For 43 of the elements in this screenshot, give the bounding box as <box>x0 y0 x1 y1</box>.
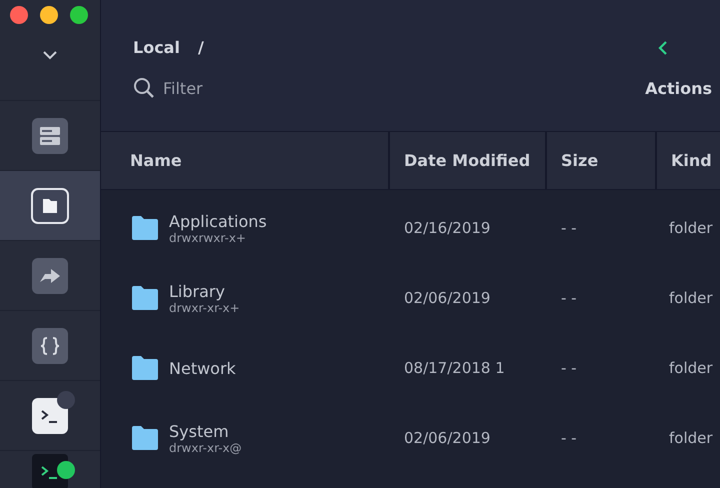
server-icon <box>32 118 68 154</box>
size-cell: - - <box>561 289 577 307</box>
column-header[interactable]: Size <box>545 132 655 190</box>
folder-icon <box>131 355 159 381</box>
back-chevron-icon[interactable] <box>658 40 668 56</box>
filter-field[interactable]: Filter <box>161 78 265 98</box>
sidebar-item[interactable] <box>0 450 100 488</box>
file-permissions: drwxr-xr-x+ <box>169 300 240 314</box>
file-name[interactable]: Library <box>169 282 240 300</box>
chevron-down-icon[interactable] <box>42 50 58 60</box>
breadcrumb-separator: / <box>198 38 204 57</box>
size-cell: - - <box>561 429 577 447</box>
date-cell: 02/16/2019 <box>404 219 490 237</box>
search-icon <box>133 77 155 99</box>
breadcrumb-link[interactable]: Local <box>133 38 180 57</box>
column-header[interactable]: Name <box>101 132 388 190</box>
file-permissions: drwxr-xr-x@ <box>169 440 242 454</box>
folder-icon <box>131 425 159 451</box>
zoom-button[interactable] <box>70 6 88 24</box>
kind-cell: folder <box>669 359 713 377</box>
column-header[interactable]: Date Modified <box>388 132 545 190</box>
actions-button[interactable]: Actions <box>645 78 712 98</box>
terminal-icon <box>32 398 68 434</box>
kind-cell: folder <box>669 219 713 237</box>
file-name[interactable]: Applications <box>169 212 267 230</box>
file-name[interactable]: System <box>169 422 242 440</box>
kind-cell: folder <box>669 429 713 447</box>
file-permissions: drwxrwxr-x+ <box>169 230 247 244</box>
folder-icon <box>131 285 159 311</box>
folder-icon <box>131 215 159 241</box>
kind-cell: folder <box>669 289 713 307</box>
file-name[interactable]: Network <box>169 358 236 378</box>
size-cell: - - <box>561 359 577 377</box>
column-header[interactable]: Kind <box>655 132 720 190</box>
sidebar-item[interactable] <box>0 170 100 240</box>
date-cell: 02/06/2019 <box>404 429 490 447</box>
date-cell: 08/17/2018 1 <box>404 359 505 377</box>
minimize-button[interactable] <box>40 6 58 24</box>
close-button[interactable] <box>10 6 28 24</box>
date-cell: 02/06/2019 <box>404 289 490 307</box>
folder-icon <box>31 188 69 224</box>
braces-icon <box>32 328 68 364</box>
size-cell: - - <box>561 219 577 237</box>
